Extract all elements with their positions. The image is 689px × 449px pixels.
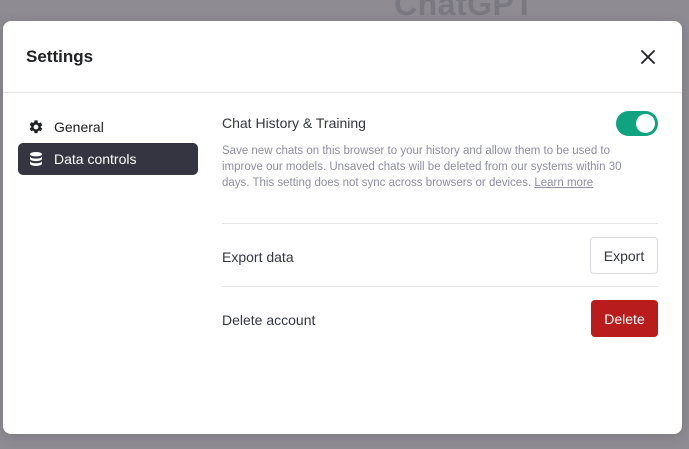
section-divider: [222, 286, 658, 287]
database-icon: [28, 151, 44, 167]
settings-modal: Settings General Data controls Chat Hist…: [3, 21, 682, 434]
sidebar-item-label: Data controls: [54, 151, 137, 167]
toggle-knob: [636, 114, 655, 133]
chat-history-title: Chat History & Training: [222, 115, 366, 131]
page-backdrop: ChatGPT Settings General Data controls C…: [0, 0, 689, 449]
modal-title: Settings: [26, 47, 94, 66]
delete-button[interactable]: Delete: [591, 300, 658, 337]
section-divider: [222, 223, 658, 224]
delete-account-label: Delete account: [222, 312, 316, 328]
sidebar-item-label: General: [54, 119, 104, 135]
sidebar-item-general[interactable]: General: [18, 111, 198, 143]
gear-icon: [28, 119, 44, 135]
close-icon: [641, 50, 655, 64]
chat-history-toggle[interactable]: [616, 111, 658, 136]
settings-sidebar: General Data controls: [18, 111, 198, 175]
learn-more-link[interactable]: Learn more: [534, 177, 593, 189]
modal-header: Settings: [3, 21, 682, 93]
export-data-label: Export data: [222, 249, 294, 265]
close-button[interactable]: [637, 46, 659, 68]
sidebar-item-data-controls[interactable]: Data controls: [18, 143, 198, 175]
chat-history-description: Save new chats on this browser to your h…: [222, 143, 652, 191]
export-button[interactable]: Export: [590, 237, 658, 274]
background-app-title: ChatGPT: [394, 0, 535, 22]
